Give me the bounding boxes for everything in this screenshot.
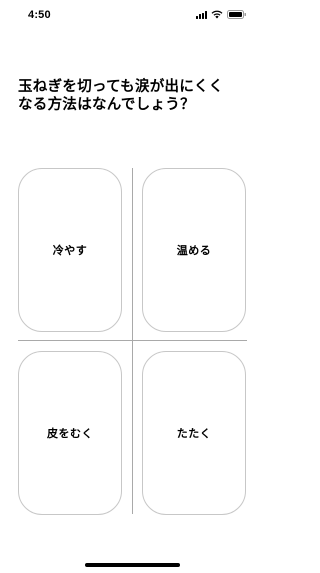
- question-line-1: 玉ねぎを切っても涙が出にくく: [18, 79, 224, 95]
- status-time: 4:50: [28, 9, 51, 21]
- signal-icon: [196, 10, 207, 19]
- battery-icon: [227, 10, 247, 19]
- status-icons: [196, 10, 247, 19]
- answer-label: 皮をむく: [47, 427, 93, 440]
- answer-card-chill[interactable]: 冷やす: [18, 168, 122, 332]
- question-line-2: なる方法はなんでしょう？: [18, 97, 195, 113]
- answer-label: たたく: [176, 427, 212, 440]
- answer-card-peel[interactable]: 皮をむく: [18, 351, 122, 515]
- answer-label: 冷やす: [52, 244, 88, 257]
- horizontal-divider: [18, 340, 247, 341]
- answer-label: 温める: [176, 244, 212, 257]
- status-bar: 4:50: [0, 0, 265, 34]
- question-text: 玉ねぎを切っても涙が出にくく なる方法はなんでしょう？: [18, 78, 248, 114]
- vertical-divider: [132, 168, 133, 514]
- wifi-icon: [211, 10, 223, 19]
- home-indicator[interactable]: [85, 563, 180, 567]
- answer-card-pound[interactable]: たたく: [142, 351, 246, 515]
- answer-card-warm[interactable]: 温める: [142, 168, 246, 332]
